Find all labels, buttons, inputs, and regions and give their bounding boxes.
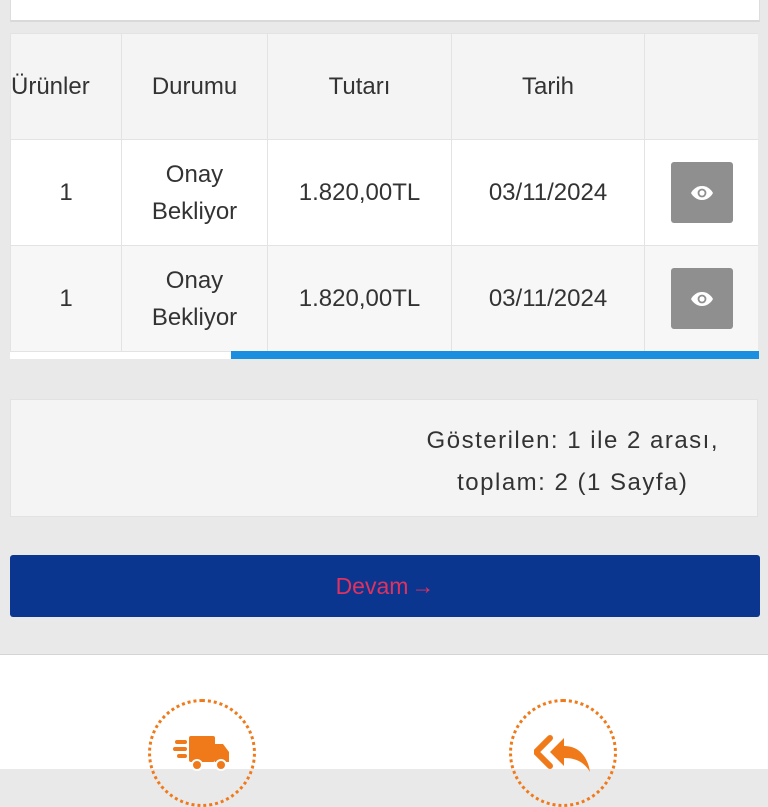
- status-line2: Bekliyor: [151, 303, 238, 331]
- previous-card: [10, 0, 760, 22]
- continue-button[interactable]: Devam →: [10, 555, 760, 617]
- cell-status: Onay Bekliyor: [121, 245, 268, 352]
- pagination-line2: toplam: 2 (1 Sayfa): [457, 469, 689, 496]
- horizontal-scrollbar[interactable]: [231, 351, 759, 359]
- nav-delivery-button[interactable]: [148, 699, 256, 807]
- cell-products: 1: [10, 245, 122, 352]
- header-products: Ürünler: [10, 33, 122, 140]
- bottom-navigation: [0, 654, 768, 807]
- continue-label: Devam: [335, 572, 409, 599]
- pagination-line1: Gösterilen: 1 ile 2 arası,: [426, 427, 719, 454]
- delivery-truck-icon: [173, 736, 229, 771]
- header-date: Tarih: [451, 33, 645, 140]
- orders-table-container[interactable]: Ürünler Durumu Tutarı Tarih 1 Onay Bekli…: [10, 33, 758, 359]
- eye-icon: [690, 185, 713, 200]
- cell-products: 1: [10, 139, 122, 246]
- header-amount: Tutarı: [267, 33, 452, 140]
- nav-return-button[interactable]: [509, 699, 617, 807]
- header-action: [644, 33, 758, 140]
- cell-status: Onay Bekliyor: [121, 139, 268, 246]
- view-order-button[interactable]: [670, 268, 733, 329]
- cell-date: 03/11/2024: [451, 139, 645, 246]
- reply-all-icon: [534, 735, 590, 772]
- cell-date: 03/11/2024: [451, 245, 645, 352]
- pagination-info: Gösterilen: 1 ile 2 arası, toplam: 2 (1 …: [10, 399, 758, 517]
- status-line1: Onay: [165, 266, 224, 294]
- cell-action: [644, 245, 758, 352]
- header-status: Durumu: [121, 33, 268, 140]
- table-header-row: Ürünler Durumu Tutarı Tarih: [10, 33, 758, 140]
- status-text: Onay Bekliyor: [152, 156, 237, 230]
- eye-icon: [690, 291, 713, 306]
- orders-table: Ürünler Durumu Tutarı Tarih 1 Onay Bekli…: [10, 33, 758, 352]
- arrow-right-icon: →: [411, 572, 435, 599]
- cell-amount: 1.820,00TL: [267, 245, 452, 352]
- cell-action: [644, 139, 758, 246]
- cell-amount: 1.820,00TL: [267, 139, 452, 246]
- view-order-button[interactable]: [670, 162, 733, 223]
- status-line2: Bekliyor: [151, 197, 238, 225]
- table-row: 1 Onay Bekliyor 1.820,00TL 03/11/2024: [10, 139, 758, 246]
- table-row: 1 Onay Bekliyor 1.820,00TL 03/11/2024: [10, 245, 758, 352]
- status-line1: Onay: [165, 160, 224, 188]
- pagination-text: Gösterilen: 1 ile 2 arası, toplam: 2 (1 …: [427, 420, 719, 504]
- status-text: Onay Bekliyor: [152, 262, 237, 336]
